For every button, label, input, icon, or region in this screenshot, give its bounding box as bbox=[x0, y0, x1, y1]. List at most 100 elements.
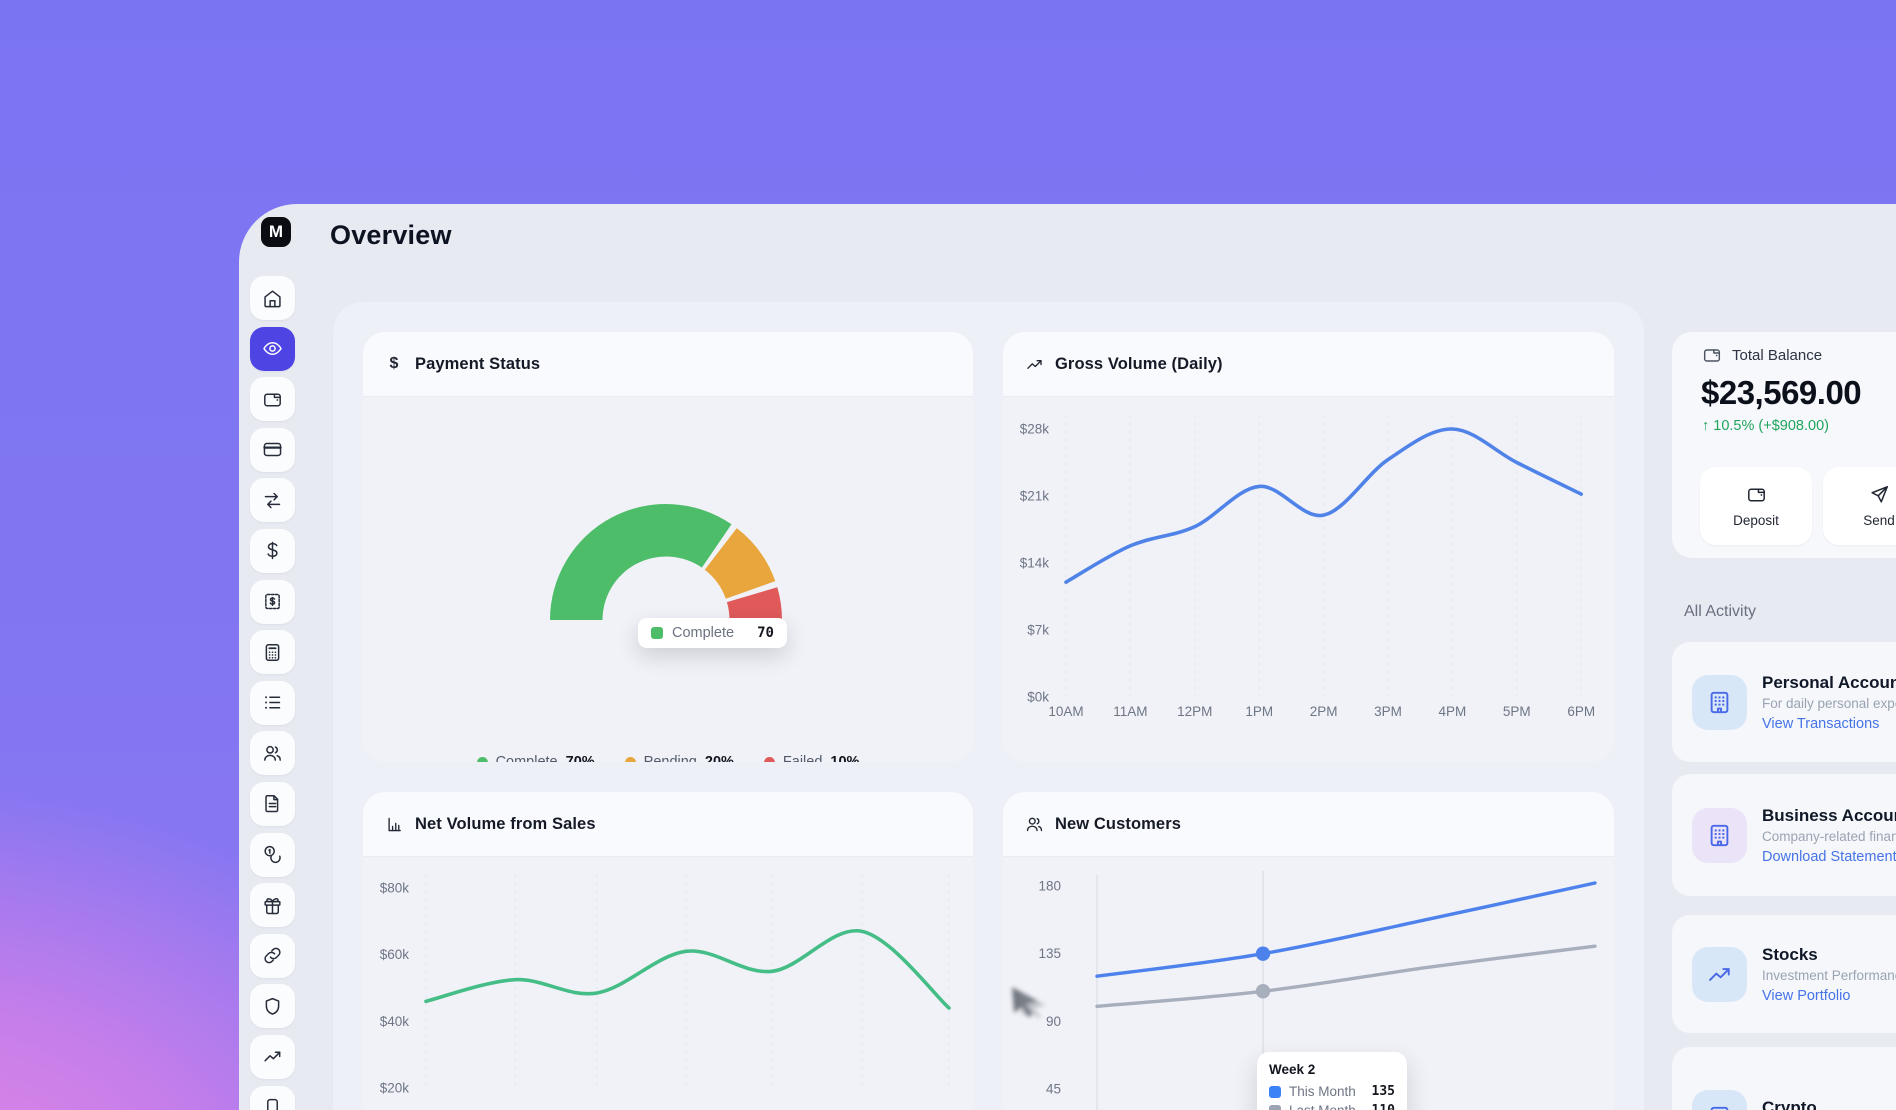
activity-icon-box bbox=[1692, 947, 1747, 1002]
sidebar-item-credit-card[interactable] bbox=[250, 428, 295, 472]
sidebar-item-eye[interactable] bbox=[250, 327, 295, 371]
gauge-legend: Complete70%Pending20%Failed10% bbox=[363, 754, 973, 762]
card-title: Gross Volume (Daily) bbox=[1055, 355, 1223, 374]
net-volume-body: $80k$60k$40k$20k bbox=[363, 857, 973, 1110]
card-title: New Customers bbox=[1055, 815, 1181, 834]
net-volume-chart[interactable]: $80k$60k$40k$20k bbox=[363, 857, 973, 1110]
tooltip-row: This Month 135 bbox=[1269, 1084, 1395, 1099]
activity-icon-box bbox=[1692, 1090, 1747, 1110]
sidebar-item-list[interactable] bbox=[250, 681, 295, 725]
balance-actions: Deposit Send bbox=[1700, 467, 1896, 545]
sidebar-item-smartphone[interactable] bbox=[250, 1086, 295, 1110]
transfer-icon bbox=[262, 490, 283, 511]
balance-header: Total Balance bbox=[1702, 345, 1822, 365]
payment-status-gauge[interactable] bbox=[363, 397, 973, 762]
sidebar-item-home[interactable] bbox=[250, 276, 295, 320]
svg-text:$40k: $40k bbox=[380, 1014, 410, 1029]
svg-text:3PM: 3PM bbox=[1374, 704, 1402, 719]
trending-up-icon bbox=[262, 1046, 283, 1067]
sidebar-item-trending-up[interactable] bbox=[250, 1035, 295, 1079]
dollar-icon: $ bbox=[384, 355, 404, 373]
send-icon bbox=[1869, 484, 1890, 505]
activity-card-personal-account[interactable]: Personal AccountFor daily personal expen… bbox=[1672, 642, 1896, 762]
svg-text:45: 45 bbox=[1046, 1082, 1061, 1097]
activity-text: Personal AccountFor daily personal expen… bbox=[1762, 673, 1896, 732]
calculator-icon bbox=[262, 642, 283, 663]
sidebar-item-coins[interactable] bbox=[250, 833, 295, 877]
svg-text:$28k: $28k bbox=[1020, 422, 1050, 437]
activity-link[interactable]: View Portfolio bbox=[1762, 988, 1896, 1004]
list-icon bbox=[262, 692, 283, 713]
trending-up-icon bbox=[1706, 961, 1733, 988]
sidebar-item-link[interactable] bbox=[250, 934, 295, 978]
building-icon bbox=[1706, 1104, 1733, 1110]
payment-status-header: $ Payment Status bbox=[363, 332, 973, 397]
balance-label: Total Balance bbox=[1732, 347, 1822, 364]
wallet-icon bbox=[262, 389, 283, 410]
legend-label: Failed bbox=[783, 754, 823, 762]
activity-card-stocks[interactable]: StocksInvestment PerformanceView Portfol… bbox=[1672, 915, 1896, 1033]
total-balance-card: Total Balance $23,569.00 ↑ 10.5% (+$908.… bbox=[1672, 332, 1896, 558]
gross-volume-chart[interactable]: $28k$21k$14k$7k$0k10AM11AM12PM1PM2PM3PM4… bbox=[1003, 397, 1614, 762]
gross-volume-body: $28k$21k$14k$7k$0k10AM11AM12PM1PM2PM3PM4… bbox=[1003, 397, 1614, 762]
smartphone-icon bbox=[262, 1097, 283, 1110]
sidebar-item-dollar[interactable] bbox=[250, 529, 295, 573]
gift-icon bbox=[262, 895, 283, 916]
legend-value: 70% bbox=[566, 754, 595, 762]
new-customers-header: New Customers bbox=[1003, 792, 1614, 857]
card-title: Net Volume from Sales bbox=[415, 815, 596, 834]
home-icon bbox=[262, 288, 283, 309]
this-month-swatch-icon bbox=[1269, 1086, 1281, 1098]
sidebar-item-users[interactable] bbox=[250, 731, 295, 775]
send-button[interactable]: Send bbox=[1823, 467, 1896, 545]
sidebar-item-gift[interactable] bbox=[250, 883, 295, 927]
invoice-icon bbox=[262, 591, 283, 612]
tooltip-value: 70 bbox=[757, 625, 774, 641]
balance-change: ↑ 10.5% (+$908.00) bbox=[1702, 418, 1829, 434]
deposit-button[interactable]: Deposit bbox=[1700, 467, 1812, 545]
wallet-icon bbox=[1746, 484, 1767, 505]
activity-icon-box bbox=[1692, 675, 1747, 730]
sidebar-item-transfer[interactable] bbox=[250, 478, 295, 522]
payment-status-body: Complete 70 Complete70%Pending20%Failed1… bbox=[363, 397, 973, 762]
link-icon bbox=[262, 945, 283, 966]
tooltip-label: Complete bbox=[672, 625, 734, 641]
legend-dot-icon bbox=[625, 757, 636, 763]
activity-card-business-account[interactable]: Business AccountCompany-related finances… bbox=[1672, 774, 1896, 896]
wallet-icon bbox=[1702, 345, 1722, 365]
app-logo[interactable]: M bbox=[261, 217, 291, 247]
legend-value: 20% bbox=[705, 754, 734, 762]
action-label: Send bbox=[1863, 513, 1895, 528]
balance-amount: $23,569.00 bbox=[1701, 374, 1861, 412]
svg-text:6PM: 6PM bbox=[1567, 704, 1595, 719]
legend-label: Complete bbox=[496, 754, 558, 762]
page-title: Overview bbox=[330, 220, 452, 251]
svg-text:180: 180 bbox=[1038, 879, 1061, 894]
activity-text: CryptoWallet & Exchange bbox=[1762, 1098, 1876, 1110]
last-month-swatch-icon bbox=[1269, 1105, 1281, 1110]
bar-chart-icon bbox=[384, 815, 404, 834]
sidebar-item-shield[interactable] bbox=[250, 984, 295, 1028]
activity-heading: All Activity bbox=[1684, 603, 1756, 621]
svg-text:12PM: 12PM bbox=[1177, 704, 1212, 719]
shield-icon bbox=[262, 996, 283, 1017]
activity-link[interactable]: Download Statements bbox=[1762, 849, 1896, 865]
credit-card-icon bbox=[262, 439, 283, 460]
legend-dot-icon bbox=[477, 757, 488, 763]
charts-panel: $ Payment Status Complete 70 Complete 70%… bbox=[333, 302, 1644, 1110]
action-label: Deposit bbox=[1733, 513, 1779, 528]
sidebar-item-wallet[interactable] bbox=[250, 377, 295, 421]
file-icon bbox=[262, 793, 283, 814]
svg-text:1PM: 1PM bbox=[1245, 704, 1273, 719]
svg-text:$14k: $14k bbox=[1020, 556, 1050, 571]
legend-item-pending: Pending20% bbox=[625, 754, 734, 762]
sidebar-item-invoice[interactable] bbox=[250, 580, 295, 624]
mouse-cursor bbox=[1008, 985, 1054, 1021]
svg-text:$60k: $60k bbox=[380, 947, 410, 962]
activity-link[interactable]: View Transactions bbox=[1762, 716, 1896, 732]
sidebar-item-calculator[interactable] bbox=[250, 630, 295, 674]
sidebar-item-file[interactable] bbox=[250, 782, 295, 826]
svg-text:2PM: 2PM bbox=[1310, 704, 1338, 719]
eye-icon bbox=[262, 338, 283, 359]
activity-card-crypto[interactable]: CryptoWallet & Exchange bbox=[1672, 1047, 1896, 1110]
